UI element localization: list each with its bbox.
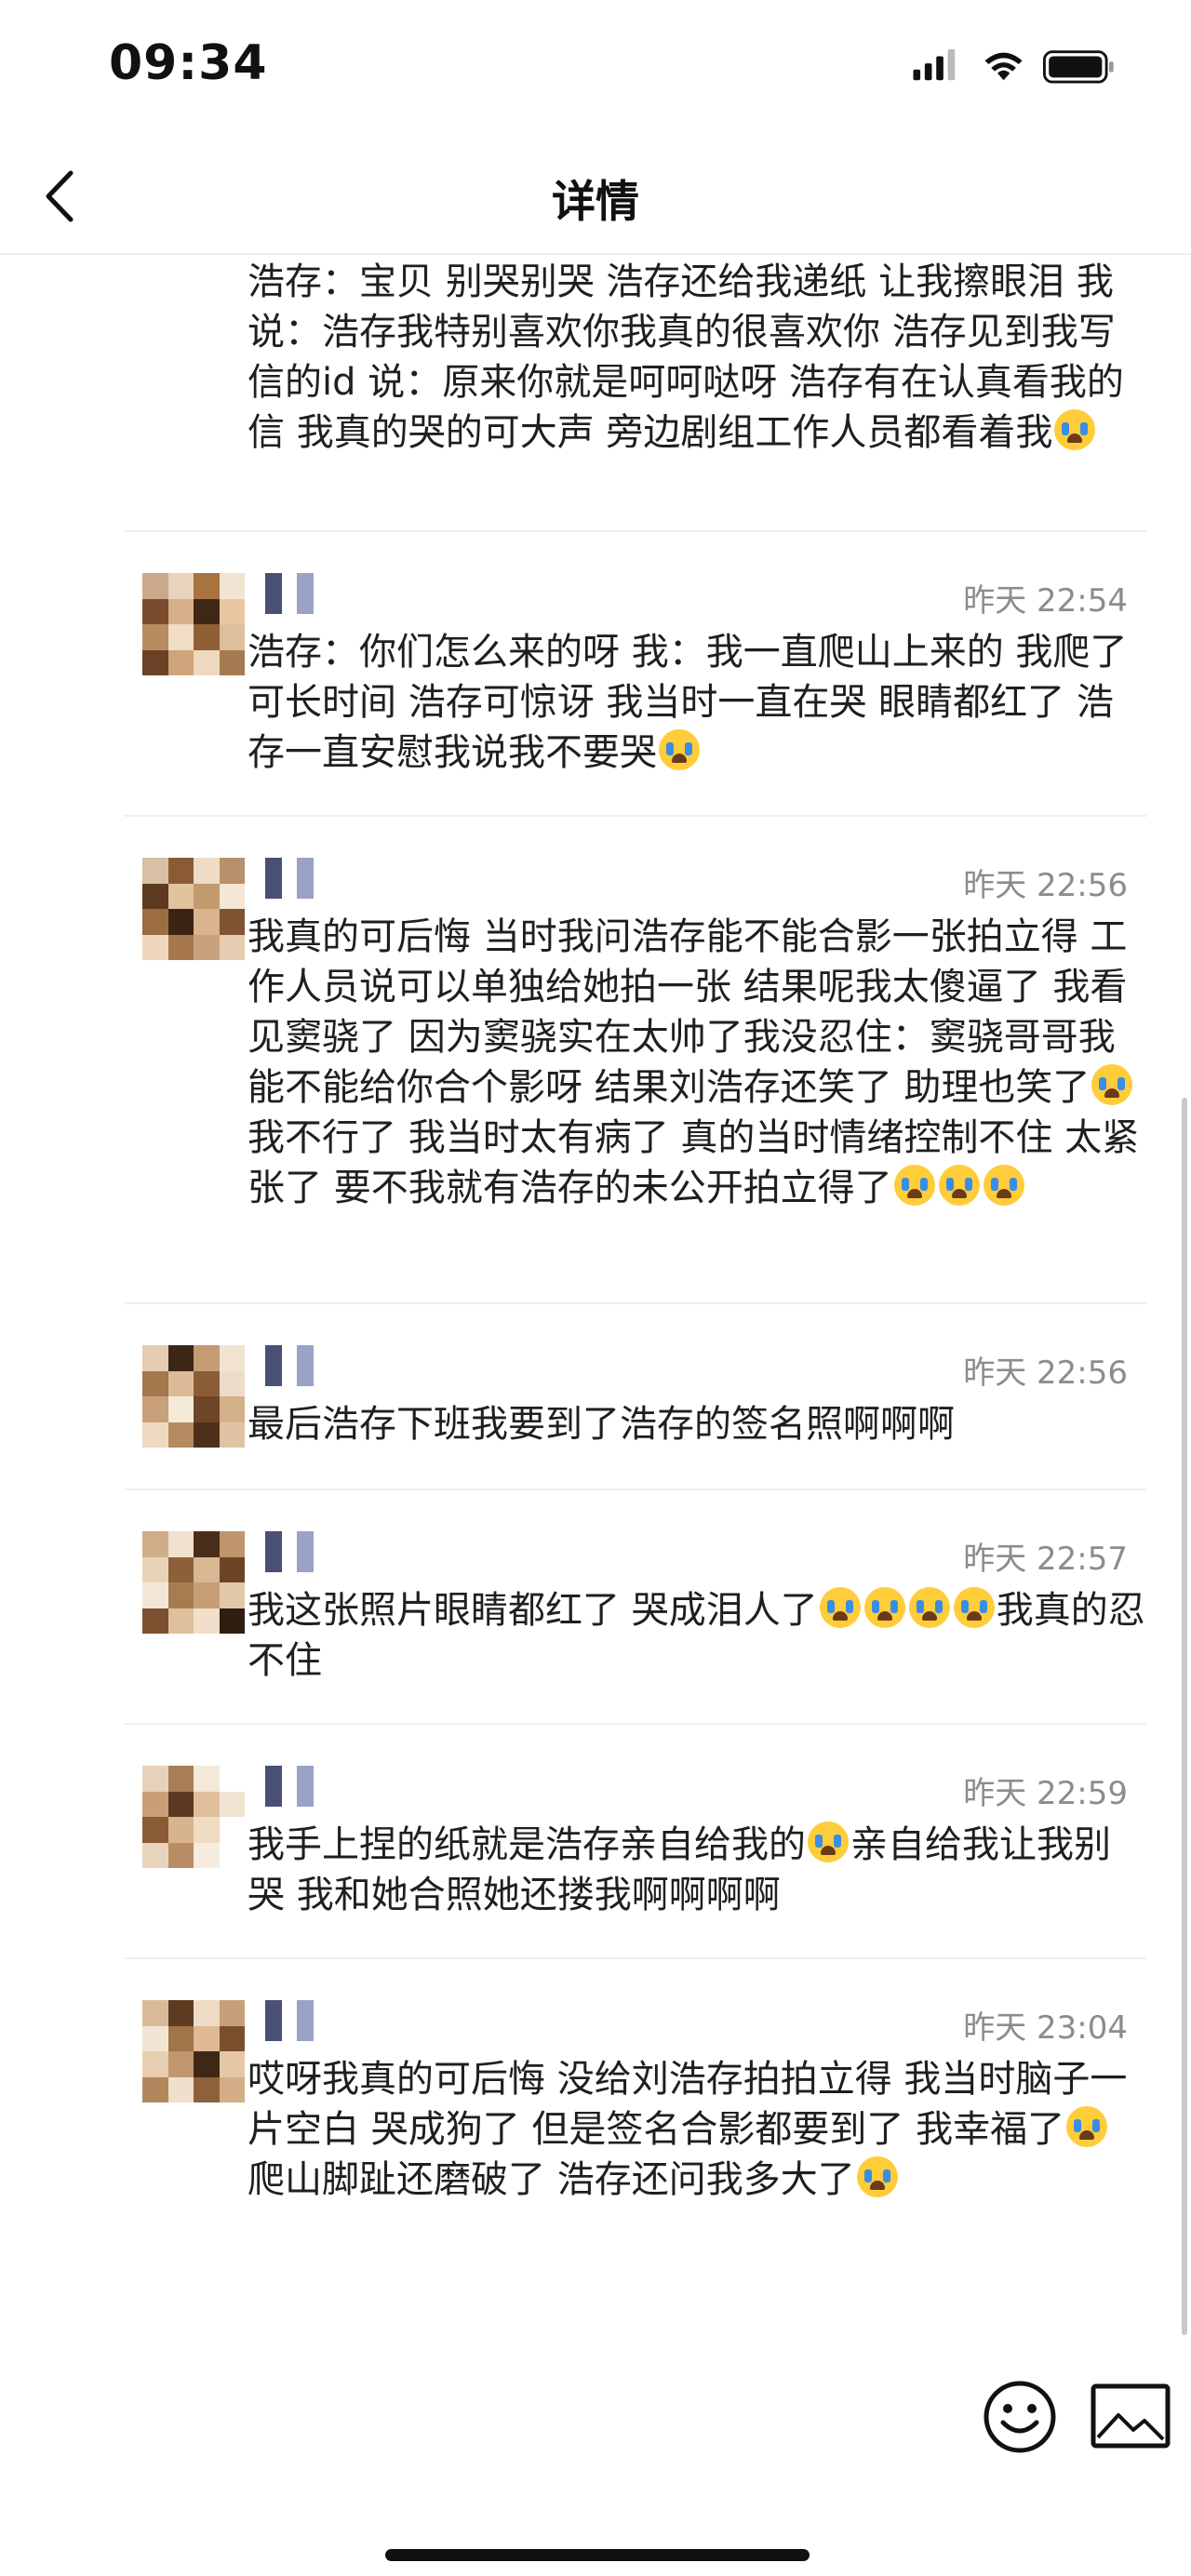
battery-icon (1042, 50, 1114, 84)
loudly-crying-face-icon (863, 1587, 905, 1628)
nickname (265, 1345, 328, 1386)
scrollbar[interactable] (1182, 1098, 1187, 2335)
avatar[interactable] (142, 1531, 245, 1634)
loudly-crying-face-icon (856, 2156, 898, 2197)
message-time: 昨天 22:56 (963, 867, 1128, 904)
header-divider (0, 253, 1191, 255)
loudly-crying-face-icon (819, 1587, 861, 1628)
loudly-crying-face-icon (1066, 2106, 1108, 2147)
loudly-crying-face-icon (659, 729, 700, 770)
nickname (265, 573, 328, 614)
loudly-crying-face-icon (1091, 1064, 1133, 1105)
avatar[interactable] (142, 1345, 245, 1448)
message-time: 昨天 22:57 (963, 1541, 1128, 1578)
message-time: 昨天 23:04 (963, 2009, 1128, 2047)
message-text: 哎呀我真的可后悔 没给刘浩存拍拍立得 我当时脑子一片空白 哭成狗了 但是签名合影… (248, 2058, 1128, 2201)
divider (125, 1488, 1146, 1490)
message-text: 我真的可后悔 当时我问浩存能不能合影一张拍立得 工作人员说可以单独给她拍一张 结… (248, 915, 1140, 1209)
avatar[interactable] (142, 858, 245, 960)
message-text: 最后浩存下班我要到了浩存的签名照啊啊啊 (248, 1403, 955, 1446)
status-time: 09:34 (109, 35, 268, 91)
divider (125, 1302, 1146, 1304)
message-text: 浩存：宝贝 别哭别哭 浩存还给我递纸 让我擦眼泪 我说：浩存我特别喜欢你我真的很… (248, 260, 1124, 454)
loudly-crying-face-icon (983, 1165, 1024, 1206)
loudly-crying-face-icon (808, 1822, 849, 1862)
loudly-crying-face-icon (953, 1587, 995, 1628)
nickname (265, 858, 328, 899)
smiley-icon[interactable] (981, 2378, 1059, 2456)
divider (125, 530, 1146, 532)
status-icons (913, 48, 1114, 84)
avatar[interactable] (142, 573, 245, 675)
loudly-crying-face-icon (1054, 409, 1096, 450)
message-text: 我这张照片眼睛都红了 哭成泪人了 我真的忍不住 (248, 1587, 1145, 1682)
image-icon[interactable] (1091, 2383, 1171, 2450)
home-indicator[interactable] (385, 2549, 810, 2561)
avatar[interactable] (142, 2000, 245, 2102)
message-text: 浩存：你们怎么来的呀 我：我一直爬山上来的 我爬了可长时间 浩存可惊讶 我当时一… (248, 631, 1128, 774)
page-title: 详情 (552, 177, 639, 228)
message-text: 我手上捏的纸就是浩存亲自给我的 亲自给我让我别哭 我和她合照她还搂我啊啊啊啊 (248, 1822, 1111, 1916)
divider (125, 1957, 1146, 1959)
status-bar: 09:34 (0, 0, 1191, 140)
nav-bar: 详情 (0, 140, 1191, 253)
message-time: 昨天 22:56 (963, 1355, 1128, 1392)
nickname (265, 1531, 328, 1572)
divider (125, 815, 1146, 817)
avatar[interactable] (142, 1766, 245, 1868)
wifi-icon (984, 52, 1023, 81)
divider (125, 1723, 1146, 1725)
cellular-signal-icon (913, 48, 956, 81)
loudly-crying-face-icon (893, 1165, 935, 1206)
nickname (265, 1766, 328, 1807)
nickname (265, 2000, 328, 2041)
message-time: 昨天 22:54 (963, 582, 1128, 620)
bottom-toolbar (0, 2363, 1191, 2475)
loudly-crying-face-icon (908, 1587, 950, 1628)
loudly-crying-face-icon (938, 1165, 980, 1206)
message-time: 昨天 22:59 (963, 1775, 1128, 1812)
